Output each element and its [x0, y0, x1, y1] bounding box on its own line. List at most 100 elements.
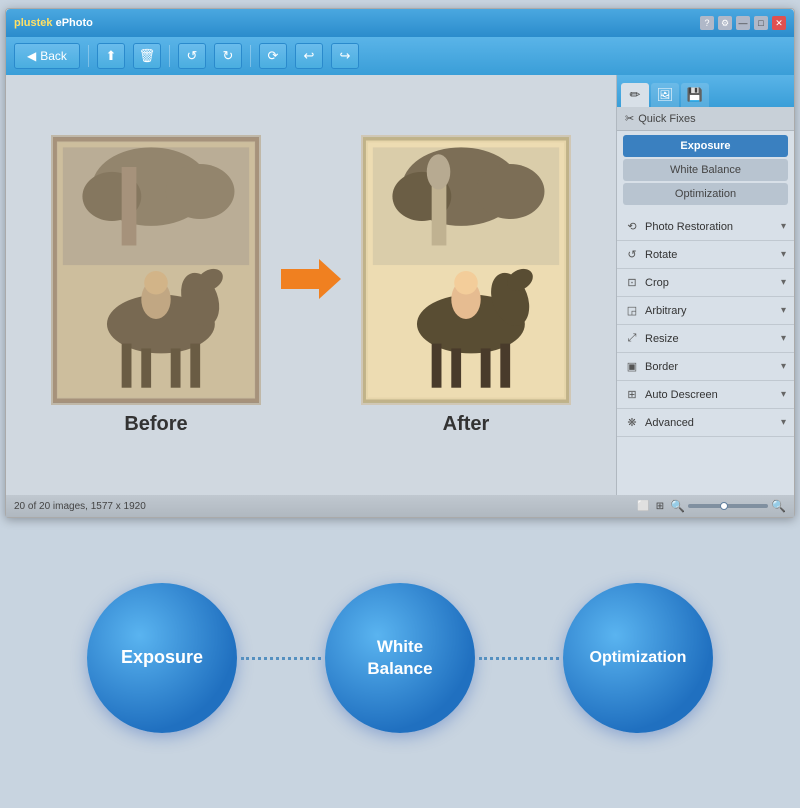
toolbar-separator [88, 45, 89, 67]
help-button[interactable]: ? [700, 16, 714, 30]
zoom-slider[interactable] [688, 504, 768, 508]
rotate-cw-button[interactable]: ↻ [214, 43, 242, 69]
panel-item-icon: ⟲ [625, 220, 639, 234]
dotted-separator-1 [241, 657, 321, 660]
panel-item-label: Photo Restoration [645, 221, 733, 233]
maximize-button[interactable]: □ [754, 16, 768, 30]
refresh-icon: ⟳ [267, 48, 278, 64]
view-icon-2[interactable]: ⊞ [656, 501, 664, 512]
panel-item-icon: ⤢ [625, 332, 639, 346]
redo-button[interactable]: ↪ [331, 43, 359, 69]
tab-enhance[interactable]: 🖼 [651, 83, 679, 107]
chevron-icon: ▾ [781, 305, 786, 316]
view-icon-1[interactable]: ⬜ [637, 501, 649, 512]
panel-item-crop[interactable]: ⊡ Crop ▾ [617, 269, 794, 297]
undo-icon: ↩ [303, 48, 314, 64]
chevron-icon: ▾ [781, 333, 786, 344]
status-bar: 20 of 20 images, 1577 x 1920 ⬜ ⊞ 🔍 🔍 [6, 495, 794, 517]
panel-item-left: ❋ Advanced [625, 416, 694, 430]
before-after-container: Before [31, 115, 591, 456]
panel-item-label: Arbitrary [645, 305, 687, 317]
delete-button[interactable]: 🗑 [133, 43, 161, 69]
white-balance-button[interactable]: White Balance [623, 159, 788, 181]
panel-item-rotate[interactable]: ↺ Rotate ▾ [617, 241, 794, 269]
chevron-icon: ▾ [781, 277, 786, 288]
canvas-area: Before [6, 75, 616, 495]
tab-edit[interactable]: ✏ [621, 83, 649, 107]
bottom-section: Exposure WhiteBalance Optimization [5, 538, 795, 778]
before-photo [51, 135, 261, 405]
quick-fixes-label: Quick Fixes [638, 113, 695, 125]
right-panel: ✏ 🖼 💾 ✂ Quick Fixes Exposure White Balan… [616, 75, 794, 495]
trash-icon: 🗑 [139, 48, 156, 64]
panel-item-left: ⤢ Resize [625, 332, 679, 346]
panel-item-left: ⊞ Auto Descreen [625, 388, 718, 402]
chevron-icon: ▾ [781, 249, 786, 260]
chevron-icon: ▾ [781, 417, 786, 428]
rotate-ccw-icon: ↺ [186, 48, 197, 64]
zoom-in-icon[interactable]: 🔍 [771, 499, 786, 513]
zoom-thumb [720, 502, 728, 510]
arrow-svg [281, 254, 341, 304]
main-area: Before [6, 75, 794, 495]
panel-item-auto-descreen[interactable]: ⊞ Auto Descreen ▾ [617, 381, 794, 409]
undo-button[interactable]: ↩ [295, 43, 323, 69]
zoom-out-icon[interactable]: 🔍 [670, 499, 685, 513]
image-info: 20 of 20 images, 1577 x 1920 [14, 501, 146, 512]
circles-row: Exposure WhiteBalance Optimization [87, 583, 713, 733]
toolbar-separator-2 [169, 45, 170, 67]
refresh-button[interactable]: ⟳ [259, 43, 287, 69]
upload-button[interactable]: ⬆ [97, 43, 125, 69]
back-button[interactable]: ◀ Back [14, 43, 80, 69]
panel-item-icon: ◲ [625, 304, 639, 318]
upload-icon: ⬆ [105, 48, 116, 64]
after-photo-svg [363, 137, 569, 403]
arrow-icon [281, 254, 341, 316]
panel-item-label: Crop [645, 277, 669, 289]
app-logo: plustek ePhoto [14, 17, 93, 29]
redo-icon: ↪ [339, 48, 350, 64]
panel-item-border[interactable]: ▣ Border ▾ [617, 353, 794, 381]
panel-item-label: Resize [645, 333, 679, 345]
panel-item-photo-restoration[interactable]: ⟲ Photo Restoration ▾ [617, 213, 794, 241]
back-arrow-icon: ◀ [27, 49, 36, 63]
settings-button[interactable]: ⚙ [718, 16, 732, 30]
close-button[interactable]: ✕ [772, 16, 786, 30]
rotate-cw-icon: ↻ [222, 48, 233, 64]
dotted-separator-2 [479, 657, 559, 660]
panel-item-arbitrary[interactable]: ◲ Arbitrary ▾ [617, 297, 794, 325]
toolbar-separator-3 [250, 45, 251, 67]
panel-tabs: ✏ 🖼 💾 [617, 75, 794, 107]
circle-white-balance: WhiteBalance [325, 583, 475, 733]
chevron-icon: ▾ [781, 389, 786, 400]
after-section: After [361, 135, 571, 436]
panel-item-advanced[interactable]: ❋ Advanced ▾ [617, 409, 794, 437]
panel-item-label: Border [645, 361, 678, 373]
white-balance-circle-button[interactable]: WhiteBalance [325, 583, 475, 733]
quick-fixes-icon: ✂ [625, 112, 634, 125]
before-photo-svg [53, 137, 259, 403]
exposure-circle-button[interactable]: Exposure [87, 583, 237, 733]
after-label: After [443, 413, 490, 436]
status-right: ⬜ ⊞ 🔍 🔍 [637, 499, 786, 513]
tab-export[interactable]: 💾 [681, 83, 709, 107]
after-photo [361, 135, 571, 405]
panel-item-label: Auto Descreen [645, 389, 718, 401]
title-bar-left: plustek ePhoto [14, 17, 93, 29]
panel-item-resize[interactable]: ⤢ Resize ▾ [617, 325, 794, 353]
minimize-button[interactable]: — [736, 16, 750, 30]
exposure-button[interactable]: Exposure [623, 135, 788, 157]
before-label: Before [124, 413, 187, 436]
panel-item-left: ▣ Border [625, 360, 678, 374]
rotate-ccw-button[interactable]: ↺ [178, 43, 206, 69]
panel-item-label: Rotate [645, 249, 677, 261]
panel-item-icon: ↺ [625, 248, 639, 262]
panel-item-left: ◲ Arbitrary [625, 304, 687, 318]
circle-exposure: Exposure [87, 583, 237, 733]
before-section: Before [51, 135, 261, 436]
optimization-button[interactable]: Optimization [623, 183, 788, 205]
panel-item-label: Advanced [645, 417, 694, 429]
optimization-circle-button[interactable]: Optimization [563, 583, 713, 733]
panel-items: ⟲ Photo Restoration ▾ ↺ Rotate ▾ ⊡ Crop … [617, 209, 794, 495]
quick-fixes-header: ✂ Quick Fixes [617, 107, 794, 131]
